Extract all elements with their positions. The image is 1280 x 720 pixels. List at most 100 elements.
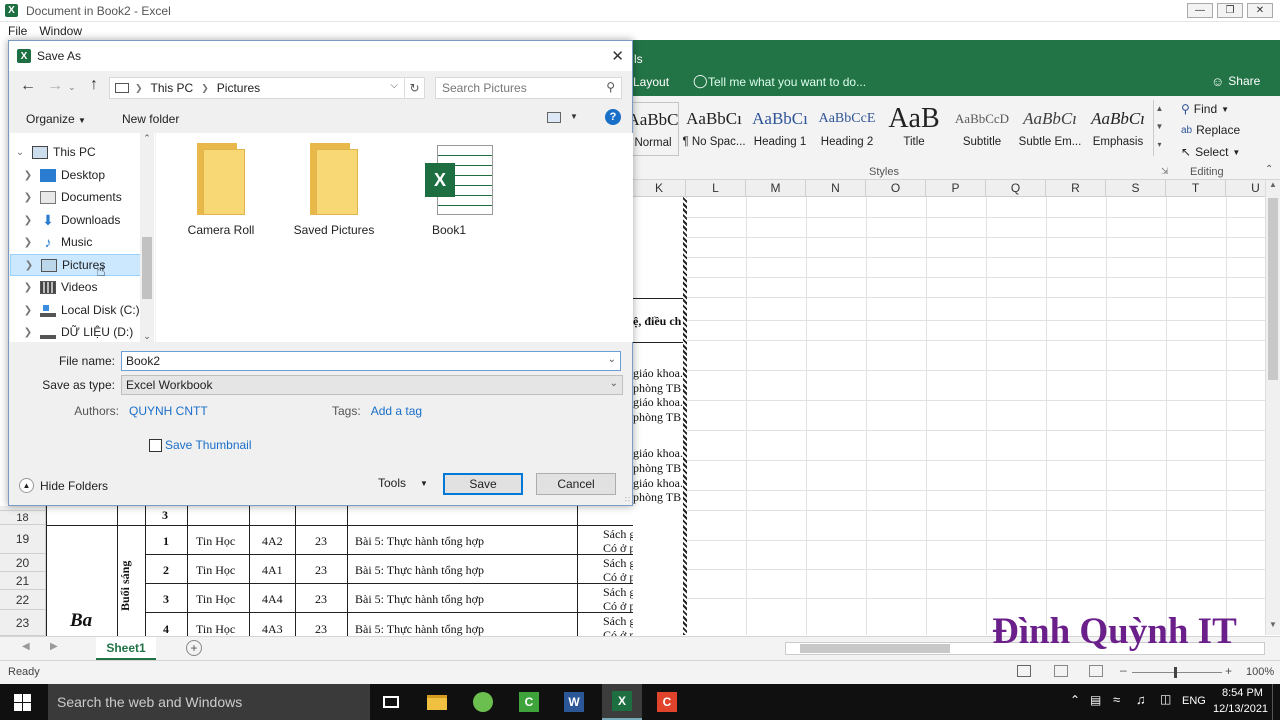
chevron-right-icon[interactable]: ❯ [20, 305, 36, 316]
zoom-slider-thumb[interactable] [1174, 667, 1177, 678]
refresh-icon[interactable]: ↻ [404, 78, 424, 98]
address-bar[interactable]: ❯ This PC ❯ Pictures ⌵ ↻ [109, 77, 425, 99]
style-heading-1[interactable]: AaBbCı Heading 1 [747, 102, 813, 156]
style-subtle-emphasis[interactable]: AaBbCı Subtle Em... [1017, 102, 1083, 156]
nav-item-videos[interactable]: ❯ Videos [10, 276, 141, 298]
app-green-circle-icon[interactable] [468, 688, 498, 716]
normal-view-icon[interactable] [1017, 665, 1031, 677]
nav-scrollbar[interactable]: ⌃ ⌄ [140, 133, 154, 342]
nav-item-desktop[interactable]: ❯ Desktop [10, 164, 141, 186]
file-item-saved-pictures[interactable]: Saved Pictures [284, 143, 384, 237]
nav-item-music[interactable]: ❯ ♪ Music [10, 231, 141, 253]
nav-item-data-d[interactable]: ❯ DỮ LIỆU (D:) [10, 321, 141, 342]
col-header-q[interactable]: Q [986, 180, 1046, 197]
tab-scroll-right-icon[interactable]: ▶ [50, 641, 58, 652]
chevron-right-icon[interactable]: ❯ [20, 215, 36, 226]
clock-date[interactable]: 12/13/2021 [1213, 703, 1268, 715]
col-header-o[interactable]: O [866, 180, 926, 197]
col-header-l[interactable]: L [686, 180, 746, 197]
excel-taskbar-icon[interactable]: X [602, 684, 642, 720]
menu-file[interactable]: File [8, 24, 27, 38]
col-header-u[interactable]: U [1226, 180, 1265, 197]
chevron-right-icon[interactable]: ❯ [20, 282, 36, 293]
new-sheet-icon[interactable]: + [186, 640, 202, 656]
minimize-button[interactable]: — [1187, 3, 1213, 18]
dialog-launcher-icon[interactable]: ⇲ [1161, 166, 1169, 177]
tray-up-icon[interactable]: ⌃ [1070, 693, 1080, 707]
tell-me-box[interactable]: Tell me what you want to do... [708, 75, 866, 89]
language-indicator[interactable]: ENG [1182, 695, 1206, 707]
page-layout-icon[interactable] [1054, 665, 1068, 677]
collapse-ribbon-icon[interactable]: ⌃ [1265, 164, 1273, 175]
row-18-header[interactable]: 18 [0, 511, 46, 525]
style-emphasis[interactable]: AaBbCı Emphasis [1085, 102, 1151, 156]
address-dropdown-icon[interactable]: ⌵ [390, 80, 398, 91]
tools-button[interactable]: Tools ▼ [378, 476, 428, 490]
nav-item-this-pc[interactable]: ⌄ This PC [10, 141, 141, 163]
style-title[interactable]: AaB Title [881, 102, 947, 156]
taskbar-search[interactable]: Search the web and Windows [48, 684, 370, 720]
row-21-header[interactable]: 21 [0, 572, 46, 590]
nav-item-documents[interactable]: ❯ Documents [10, 186, 141, 208]
file-name-field[interactable]: Book2 ⌄ [121, 351, 621, 371]
tags-value[interactable]: Add a tag [371, 404, 422, 418]
ribbon-tab-layout[interactable]: Layout [633, 75, 669, 89]
file-item-book1[interactable]: X Book1 [399, 143, 499, 237]
chevron-down-icon[interactable]: ⌄ [610, 378, 618, 389]
save-thumbnail-row[interactable]: Save Thumbnail [149, 438, 252, 452]
worksheet-grid[interactable]: K L M N O P Q R S T U ệ, điều ch giáo kh… [633, 180, 1265, 635]
find-button[interactable]: ⚲ Find ▼ [1181, 99, 1271, 119]
style-normal[interactable]: AaBbC Normal [627, 102, 679, 156]
col-header-m[interactable]: M [746, 180, 806, 197]
style-no-spacing[interactable]: AaBbCı ¶ No Spac... [681, 102, 747, 156]
share-button[interactable]: ☺ Share [1211, 70, 1279, 92]
file-item-camera-roll[interactable]: Camera Roll [171, 143, 271, 237]
row-20-header[interactable]: 20 [0, 554, 46, 572]
col-header-n[interactable]: N [806, 180, 866, 197]
show-desktop-button[interactable] [1272, 684, 1280, 720]
close-icon[interactable]: ✕ [611, 47, 624, 65]
col-header-s[interactable]: S [1106, 180, 1166, 197]
chevron-right-icon[interactable]: ❯ [20, 192, 36, 203]
chevron-down-icon[interactable]: ▼ [570, 112, 578, 121]
notification-icon[interactable]: ◫ [1160, 692, 1171, 706]
save-type-select[interactable]: Excel Workbook ⌄ [121, 375, 623, 395]
file-explorer-icon[interactable] [422, 688, 452, 716]
chevron-right-icon[interactable]: ❯ [20, 327, 36, 338]
chevron-right-icon[interactable]: ❯ [20, 237, 36, 248]
style-subtitle[interactable]: AaBbCcD Subtitle [949, 102, 1015, 156]
page-break-icon[interactable] [1089, 665, 1103, 677]
new-folder-button[interactable]: New folder [122, 112, 179, 126]
style-heading-2[interactable]: AaBbCcE Heading 2 [814, 102, 880, 156]
chevron-down-icon[interactable]: ⌄ [608, 354, 616, 365]
wifi-icon[interactable]: ≈ [1113, 692, 1120, 707]
scroll-up-icon[interactable]: ⌃ [140, 133, 154, 147]
chevron-right-icon[interactable]: ❯ [20, 170, 36, 181]
col-header-r[interactable]: R [1046, 180, 1106, 197]
organize-button[interactable]: Organize ▼ [26, 112, 86, 126]
save-button[interactable]: Save [443, 473, 523, 495]
row-19-header[interactable]: 19 [0, 525, 46, 554]
cancel-button[interactable]: Cancel [536, 473, 616, 495]
authors-value[interactable]: QUYNH CNTT [129, 404, 208, 418]
chevron-down-icon[interactable]: ⌄ [12, 147, 28, 158]
row-23-header[interactable]: 23 [0, 610, 46, 636]
zoom-level[interactable]: 100% [1246, 666, 1274, 678]
word-icon[interactable]: W [559, 688, 589, 716]
nav-item-local-disk-c[interactable]: ❯ Local Disk (C:) [10, 299, 141, 321]
col-header-p[interactable]: P [926, 180, 986, 197]
col-header-k[interactable]: K [633, 180, 686, 197]
clock-time[interactable]: 8:54 PM [1222, 687, 1263, 699]
volume-icon[interactable]: ♫ [1136, 692, 1146, 707]
up-arrow-icon[interactable]: ↑ [90, 76, 98, 94]
recent-chevron-icon[interactable]: ⌄ [68, 82, 76, 93]
restore-button[interactable]: ❐ [1217, 3, 1243, 18]
forward-arrow-icon[interactable]: → [47, 77, 63, 95]
resize-grip-icon[interactable]: ∷ [625, 495, 630, 504]
breadcrumb-this-pc[interactable]: This PC [151, 81, 194, 95]
zoom-slider[interactable] [1132, 672, 1222, 673]
breadcrumb-pictures[interactable]: Pictures [217, 81, 260, 95]
select-button[interactable]: ↖ Select ▼ [1181, 141, 1271, 163]
windows-start-icon[interactable] [14, 694, 31, 711]
camtasia-icon[interactable]: C [514, 688, 544, 716]
